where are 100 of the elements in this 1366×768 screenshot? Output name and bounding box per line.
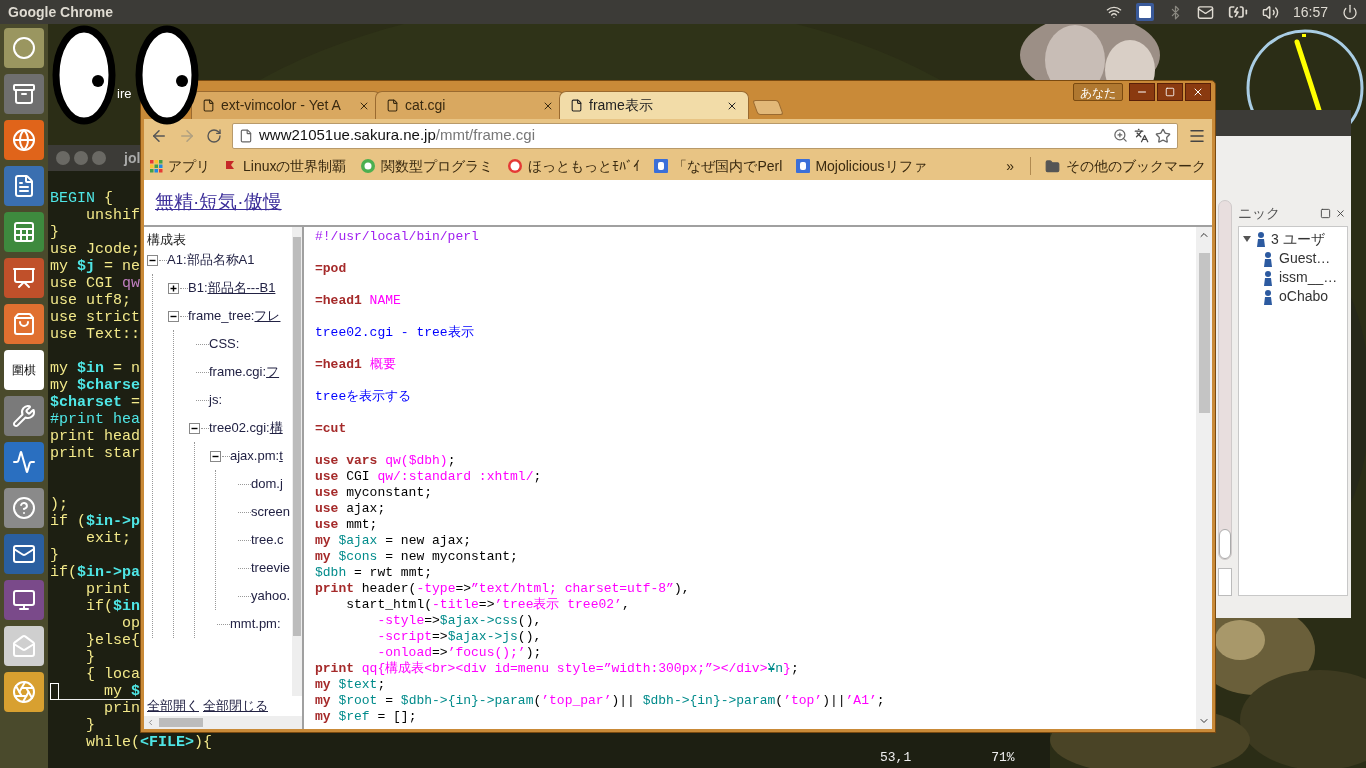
collapse-toggle-icon[interactable] bbox=[210, 450, 221, 462]
launcher-item[interactable] bbox=[4, 166, 44, 206]
close-icon[interactable] bbox=[1335, 207, 1346, 219]
code-line: use CGI qw bbox=[50, 275, 141, 292]
code-line: use CGI qw/:standard :xhtml/; bbox=[315, 469, 542, 485]
reload-icon[interactable] bbox=[206, 127, 222, 144]
expanded-triangle-icon[interactable] bbox=[1243, 235, 1251, 243]
launcher-item[interactable] bbox=[4, 442, 44, 482]
code-line: =cut bbox=[315, 421, 347, 437]
wifi-icon[interactable] bbox=[1105, 4, 1122, 20]
site-title-link[interactable]: 無精·短気·傲慢 bbox=[155, 188, 282, 217]
user-list-item[interactable]: Guest… bbox=[1243, 249, 1347, 268]
apps-grid-icon bbox=[150, 159, 163, 173]
code-line: my $ bbox=[103, 683, 141, 699]
bookmark-item[interactable]: Mojoliciousリファ bbox=[796, 155, 927, 177]
clock-text[interactable]: 16:57 bbox=[1292, 1, 1328, 23]
launcher-item[interactable] bbox=[4, 396, 44, 436]
folder-icon bbox=[1045, 158, 1060, 174]
tree-node-label: tree.c bbox=[251, 531, 284, 550]
input-method-icon[interactable] bbox=[1135, 3, 1154, 21]
presentation-icon bbox=[12, 266, 36, 290]
tree-node-link[interactable]: フ bbox=[266, 362, 280, 382]
new-tab-button[interactable] bbox=[752, 100, 784, 115]
document-icon bbox=[12, 174, 36, 198]
code-line: ); bbox=[50, 496, 68, 513]
detach-icon[interactable] bbox=[1320, 207, 1331, 219]
code-line: { loca bbox=[85, 666, 140, 683]
scrollbar-thumb[interactable] bbox=[1219, 529, 1231, 559]
bookmark-item[interactable]: Linuxの世界制覇 bbox=[224, 155, 347, 177]
user-list-item[interactable]: oChabo bbox=[1243, 287, 1347, 306]
user-list-item[interactable]: issm__… bbox=[1243, 268, 1347, 287]
page-icon bbox=[239, 128, 253, 143]
vertical-scrollbar[interactable] bbox=[1196, 227, 1212, 729]
address-bar[interactable]: www21051ue.sakura.ne.jp/mmt/frame.cgi bbox=[232, 122, 1178, 149]
tree-node-label: treevie bbox=[251, 559, 291, 578]
other-bookmarks-folder[interactable]: その他のブックマーク bbox=[1045, 155, 1206, 177]
mail-icon[interactable] bbox=[1196, 3, 1214, 21]
launcher-item[interactable] bbox=[4, 534, 44, 574]
launcher-item[interactable] bbox=[4, 258, 44, 298]
translate-icon[interactable] bbox=[1134, 128, 1149, 143]
code-line: if($in->pa bbox=[50, 564, 141, 581]
wrench-icon bbox=[12, 404, 36, 428]
profile-button[interactable]: あなた bbox=[1073, 83, 1123, 101]
bookmark-item[interactable]: 関数型プログラミ bbox=[360, 155, 494, 177]
scrollbar[interactable] bbox=[1218, 200, 1232, 560]
launcher-item[interactable] bbox=[4, 488, 44, 528]
launcher-item[interactable] bbox=[4, 580, 44, 620]
horizontal-scrollbar[interactable] bbox=[144, 716, 302, 729]
spreadsheet-icon bbox=[12, 220, 36, 244]
expand-toggle-icon[interactable] bbox=[168, 282, 179, 294]
code-line: tree02.cgi - tree表示 bbox=[315, 325, 474, 341]
power-icon[interactable] bbox=[1342, 4, 1358, 20]
tree-node-link[interactable]: 構 bbox=[269, 418, 283, 438]
square-favicon bbox=[654, 159, 669, 173]
tree-node-label: tree02.cgi: bbox=[209, 419, 270, 438]
file-cabinet-icon bbox=[12, 82, 36, 106]
code-line: use Jcode; bbox=[50, 241, 140, 258]
zoom-icon[interactable] bbox=[1113, 128, 1128, 143]
nick-list-header: ニック bbox=[1238, 203, 1280, 223]
bookmark-item[interactable]: 「なぜ国内でPerl bbox=[654, 155, 783, 177]
cursor-position: 53,1 bbox=[880, 748, 912, 767]
launcher-item[interactable] bbox=[4, 120, 44, 160]
launcher-item[interactable] bbox=[4, 28, 44, 68]
bookmark-item[interactable]: アプリ bbox=[150, 155, 210, 177]
bookmark-overflow-button[interactable]: » bbox=[1004, 155, 1016, 177]
launcher-item[interactable]: 圍棋 bbox=[4, 350, 44, 390]
tree-node-label: mmt.pm: bbox=[230, 615, 281, 634]
scrollbar-thumb[interactable] bbox=[159, 718, 203, 727]
ubuntu-logo-icon bbox=[12, 36, 36, 60]
volume-icon[interactable] bbox=[1261, 3, 1279, 21]
launcher-item[interactable] bbox=[4, 74, 44, 114]
code-line: $dbh = rwt mmt; bbox=[315, 565, 433, 581]
scrollbar-thumb[interactable] bbox=[1198, 253, 1210, 413]
vertical-scrollbar[interactable] bbox=[292, 227, 302, 696]
scrollbar-thumb[interactable] bbox=[293, 237, 301, 636]
tree-node-label: screen bbox=[251, 503, 291, 522]
collapse-toggle-icon[interactable] bbox=[168, 310, 179, 322]
bookmark-item[interactable]: ほっともっとﾓﾊﾞｲ bbox=[507, 155, 641, 177]
page-icon bbox=[386, 99, 399, 112]
tree-node-label: B1: bbox=[188, 279, 208, 298]
collapse-toggle-icon[interactable] bbox=[189, 422, 200, 434]
expand-all-link[interactable]: 全部開く bbox=[147, 696, 199, 716]
user-icon bbox=[1263, 288, 1273, 305]
message-input-field[interactable] bbox=[1218, 568, 1232, 596]
code-line: print star bbox=[50, 445, 140, 462]
maximize-button[interactable] bbox=[1157, 83, 1183, 101]
star-icon[interactable] bbox=[1155, 127, 1171, 144]
launcher-item[interactable] bbox=[4, 304, 44, 344]
tree-node-link[interactable]: フレ bbox=[254, 306, 281, 326]
tree-node-link[interactable]: 部品名---B1 bbox=[207, 278, 276, 298]
browser-tab[interactable]: frame表示 bbox=[559, 91, 749, 119]
tree-node-label: yahoo. bbox=[251, 587, 291, 606]
close-button[interactable] bbox=[1185, 83, 1211, 101]
shopping-bag-icon bbox=[12, 312, 36, 336]
launcher-item[interactable] bbox=[4, 212, 44, 252]
collapse-all-link[interactable]: 全部閉じる bbox=[203, 696, 268, 716]
collapse-toggle-icon[interactable] bbox=[147, 254, 158, 266]
code-line: } bbox=[85, 649, 95, 666]
square-favicon bbox=[796, 159, 811, 173]
minimize-button[interactable] bbox=[1129, 83, 1155, 101]
